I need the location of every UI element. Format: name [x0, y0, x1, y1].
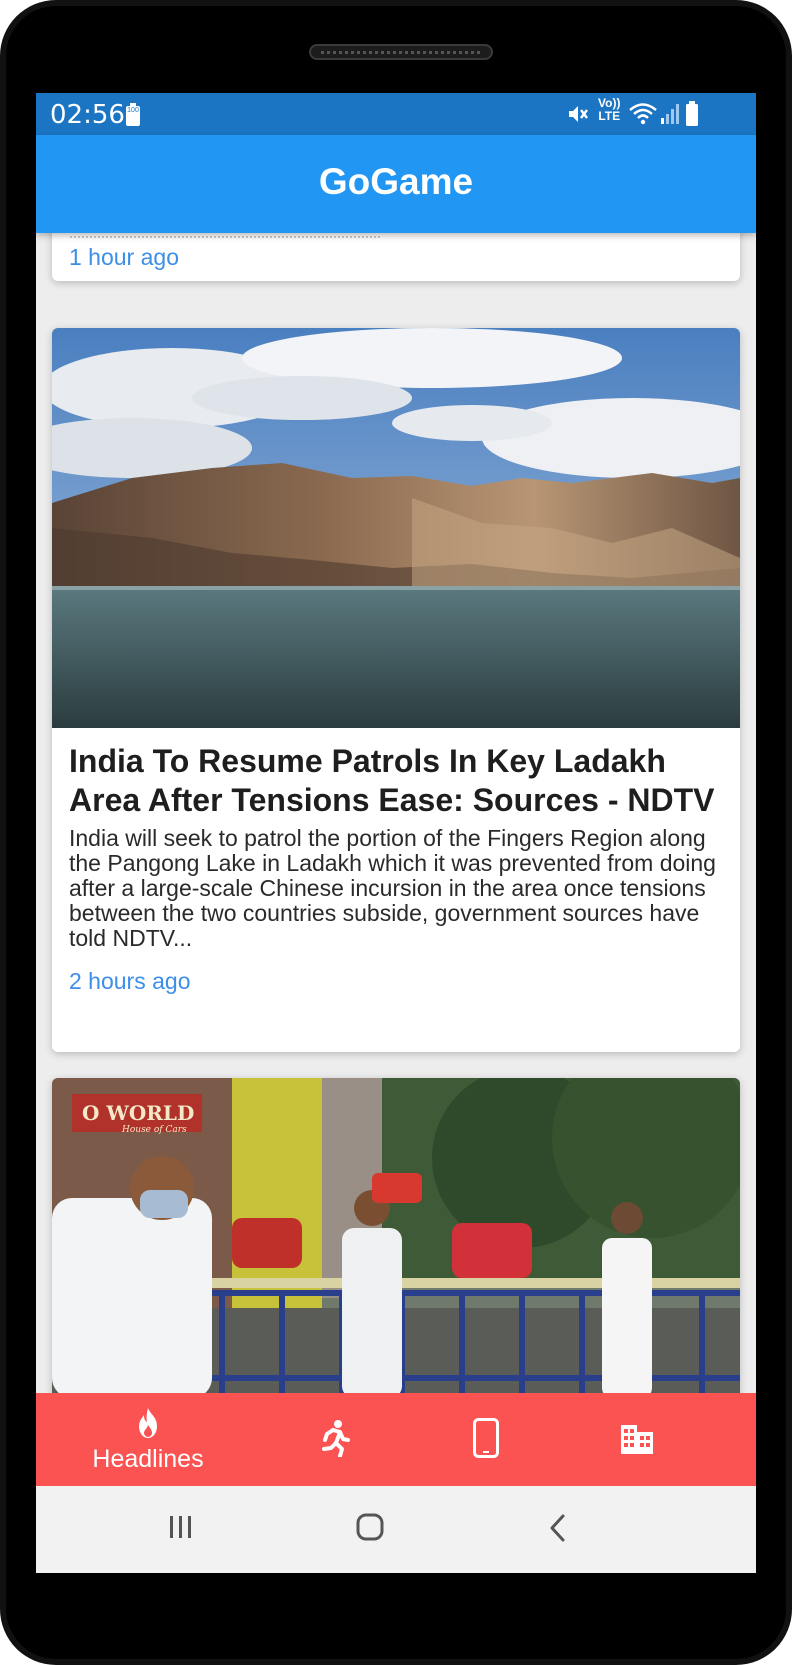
- article-description: India will seek to patrol the portion of…: [69, 825, 716, 951]
- mute-icon: [566, 102, 590, 131]
- article-title[interactable]: India To Resume Patrols In Key Ladakh Ar…: [69, 742, 730, 820]
- phone-frame: 02:56 100 Vo)) LTE GoGame 1 hour ago Ind…: [0, 0, 792, 1665]
- article-image[interactable]: O WORLD House of Cars: [52, 1078, 740, 1393]
- back-icon[interactable]: [548, 1514, 568, 1547]
- article-time: 1 hour ago: [69, 244, 179, 270]
- shop-sign-subtext: House of Cars: [121, 1125, 187, 1135]
- bottom-navigation: Headlines: [36, 1393, 756, 1486]
- earpiece-speaker: [309, 44, 493, 60]
- truncated-text-remnant: [70, 233, 380, 238]
- app-bar: GoGame: [36, 135, 756, 233]
- nav-item-headlines[interactable]: Headlines: [58, 1393, 238, 1486]
- business-icon: [619, 1423, 655, 1460]
- system-navigation-bar: [36, 1486, 756, 1573]
- article-time: 2 hours ago: [69, 968, 191, 994]
- fire-icon: [135, 1407, 161, 1444]
- status-bar: 02:56 100 Vo)) LTE: [36, 93, 756, 135]
- news-feed[interactable]: 1 hour ago India To Resume Patrols In Ke…: [36, 233, 756, 1393]
- news-card[interactable]: 1 hour ago: [52, 233, 740, 281]
- battery-saver-icon: 100: [125, 103, 141, 132]
- home-icon[interactable]: [356, 1513, 384, 1546]
- battery-icon: [685, 101, 699, 132]
- smartphone-icon: [473, 1418, 499, 1463]
- wifi-icon: [628, 102, 658, 131]
- status-time: 02:56: [50, 100, 125, 130]
- nav-label: Headlines: [92, 1445, 204, 1473]
- article-image[interactable]: [52, 328, 740, 728]
- screen: 02:56 100 Vo)) LTE GoGame 1 hour ago Ind…: [36, 93, 756, 1573]
- running-icon: [318, 1419, 350, 1462]
- volte-icon: Vo)) LTE: [598, 96, 621, 123]
- signal-icon: [660, 102, 682, 131]
- nav-item-business[interactable]: [546, 1393, 726, 1486]
- news-card[interactable]: O WORLD House of Cars: [52, 1078, 740, 1393]
- shop-sign-text: O WORLD: [82, 1101, 194, 1125]
- app-title: GoGame: [318, 161, 474, 202]
- news-card[interactable]: India To Resume Patrols In Key Ladakh Ar…: [52, 328, 740, 1052]
- recents-icon[interactable]: [167, 1514, 195, 1545]
